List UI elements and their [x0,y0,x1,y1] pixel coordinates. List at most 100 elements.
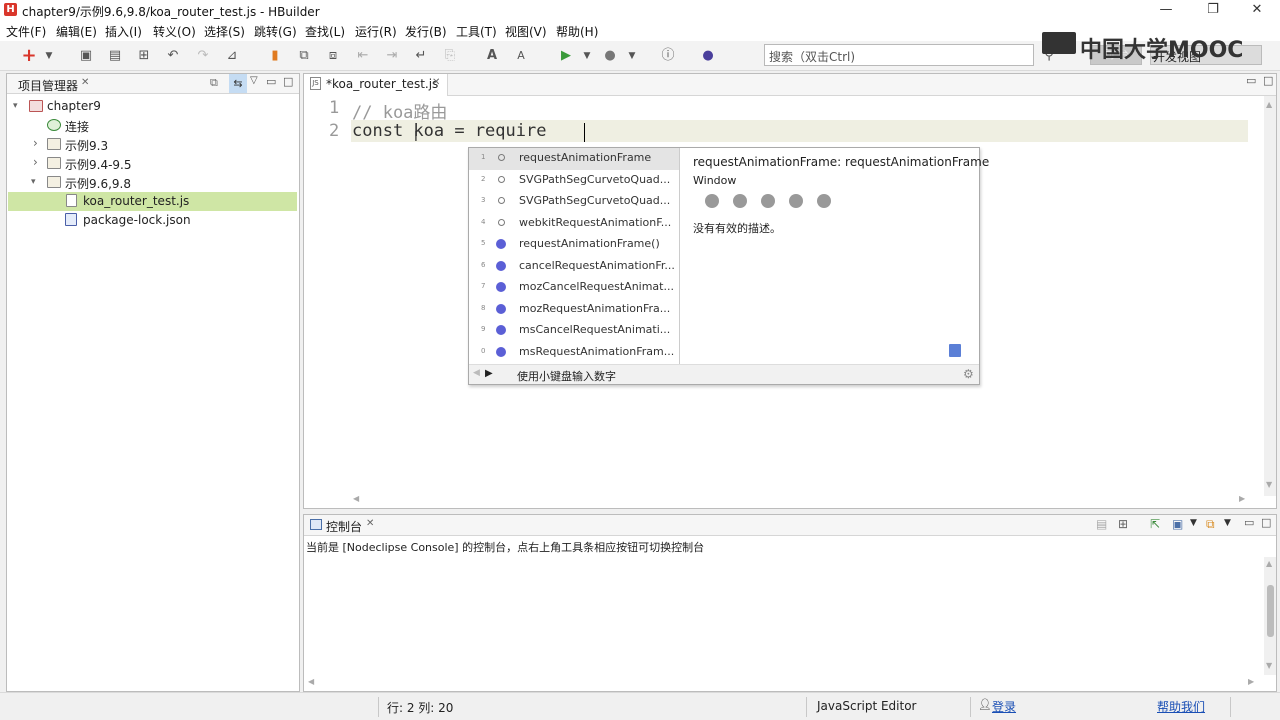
gear-icon[interactable]: ⚙ [963,367,974,381]
collapse-all-icon[interactable]: ⧉ [210,76,218,90]
scroll-down-icon[interactable]: ▼ [1266,661,1272,670]
search-input[interactable]: 搜索（双击Ctrl) [764,44,1034,66]
scrollbar-thumb[interactable] [1267,585,1274,637]
scroll-left-icon[interactable]: ◀ [353,494,359,503]
scroll-up-icon[interactable]: ▲ [1266,559,1272,568]
tree-item-example-9-6[interactable]: ▾ 示例9.6,9.8 [7,173,299,192]
autocomplete-item[interactable]: 4 webkitRequestAnimationF... [469,213,679,235]
tab-koa-router-test[interactable]: JS *koa_router_test.js ✕ [304,74,448,96]
minimize-console-icon[interactable]: ▭ [1244,516,1254,529]
menu-find[interactable]: 查找(L) [305,23,345,40]
tree-item-example-9-4[interactable]: › 示例9.4-9.5 [7,154,299,173]
scroll-right-icon[interactable]: ▶ [1239,494,1245,503]
wrap-icon[interactable]: ↵ [412,47,430,65]
menu-select[interactable]: 选择(S) [204,23,245,40]
maximize-editor-icon[interactable]: □ [1263,74,1273,87]
clear-console-icon[interactable]: ▤ [1096,517,1107,531]
code-line-require[interactable]: const koa = require [352,121,546,141]
tree-item-connection[interactable]: 连接 [7,116,299,135]
project-panel-close-icon[interactable]: ✕ [81,77,89,88]
maximize-button[interactable]: ❐ [1190,0,1236,20]
undo-icon[interactable]: ↶ [164,47,182,65]
menu-view[interactable]: 视图(V) [505,23,547,40]
menu-tools[interactable]: 工具(T) [456,23,497,40]
scroll-down-icon[interactable]: ▼ [1266,480,1272,489]
prev-icon[interactable]: ◀ [473,368,480,378]
autocomplete-item[interactable]: 2 SVGPathSegCurvetoQuad... [469,170,679,192]
autocomplete-item[interactable]: 6 cancelRequestAnimationFr... [469,256,679,278]
menu-file[interactable]: 文件(F) [6,23,46,40]
indent-left-icon[interactable]: ⇤ [354,47,372,65]
tree-item-koa-router-test[interactable]: koa_router_test.js [8,192,297,211]
view-menu-icon[interactable]: ▽ [250,75,258,86]
indent-right-icon[interactable]: ⇥ [383,47,401,65]
comment-icon[interactable]: ⊿ [223,47,241,65]
chevron-down-icon[interactable]: ▾ [13,101,18,111]
minimize-view-icon[interactable]: ▭ [266,75,276,88]
open-dropdown-icon[interactable]: ▼ [1224,518,1231,528]
next-icon[interactable]: ▶ [485,368,493,379]
console-horizontal-scrollbar[interactable]: ◀ ▶ [306,677,1262,689]
display-console-icon[interactable]: ▣ [1172,517,1183,531]
menu-insert[interactable]: 插入(I) [105,23,142,40]
debug-dropdown-icon[interactable]: ▼ [623,47,641,65]
debug-icon[interactable]: ● [601,47,619,65]
autocomplete-item[interactable]: 1 requestAnimationFrame [469,148,679,170]
login-link[interactable]: 登录 [992,698,1016,715]
autocomplete-item[interactable]: 7 mozCancelRequestAnimat... [469,277,679,299]
autocomplete-item[interactable]: 8 mozRequestAnimationFra... [469,299,679,321]
menu-run[interactable]: 运行(R) [355,23,397,40]
editor-vertical-scrollbar[interactable]: ▲ ▼ [1264,96,1276,496]
format-icon[interactable]: ⊞ [135,47,153,65]
tab-close-icon[interactable]: ✕ [432,77,440,88]
help-us-link[interactable]: 帮助我们 [1157,698,1205,715]
font-increase-icon[interactable]: A [483,47,501,65]
open-window-icon[interactable]: ⧉ [295,47,313,65]
pin-console-icon[interactable]: ⇱ [1150,517,1160,531]
save-all-icon[interactable]: ▤ [106,47,124,65]
display-dropdown-icon[interactable]: ▼ [1190,518,1197,528]
redo-icon[interactable]: ↷ [194,47,212,65]
tree-item-example-9-3[interactable]: › 示例9.3 [7,135,299,154]
autocomplete-item[interactable]: 9 msCancelRequestAnimati... [469,320,679,342]
minimize-button[interactable]: — [1143,0,1189,20]
tree-item-chapter9[interactable]: ▾ chapter9 [7,97,299,116]
run-dropdown-icon[interactable]: ▼ [578,47,596,65]
info-icon[interactable]: ⓘ [659,47,677,65]
help-book-icon[interactable] [949,344,961,357]
chevron-right-icon[interactable]: › [33,136,38,150]
autocomplete-item[interactable]: 5 requestAnimationFrame() [469,234,679,256]
scroll-lock-icon[interactable]: ⊞ [1118,517,1128,531]
menu-help[interactable]: 帮助(H) [556,23,598,40]
chevron-down-icon[interactable]: ▾ [31,177,36,187]
console-close-icon[interactable]: ✕ [366,518,374,529]
close-button[interactable]: ✕ [1234,0,1280,20]
run-icon[interactable]: ▶ [557,47,575,65]
globe-icon[interactable]: ● [699,47,717,65]
new-file-icon[interactable]: + [20,47,38,65]
console-vertical-scrollbar[interactable]: ▲ ▼ [1264,557,1276,675]
link-editor-icon[interactable]: ⇆ [229,74,247,93]
scroll-left-icon[interactable]: ◀ [308,677,314,686]
menu-publish[interactable]: 发行(B) [405,23,447,40]
new-dropdown-icon[interactable]: ▼ [40,47,58,65]
tree-item-package-lock[interactable]: package-lock.json [7,211,299,230]
editor-horizontal-scrollbar[interactable]: ◀ ▶ [351,494,1251,506]
menu-edit[interactable]: 编辑(E) [56,23,97,40]
scroll-right-icon[interactable]: ▶ [1248,677,1254,686]
minimize-editor-icon[interactable]: ▭ [1246,74,1256,87]
menu-escape[interactable]: 转义(O) [153,23,196,40]
font-decrease-icon[interactable]: A [512,47,530,65]
maximize-console-icon[interactable]: □ [1261,516,1271,529]
bookmark-icon[interactable]: ▮ [266,47,284,65]
autocomplete-item[interactable]: 3 SVGPathSegCurvetoQuad... [469,191,679,213]
window-export-icon[interactable]: ⧈ [324,47,342,65]
menu-goto[interactable]: 跳转(G) [254,23,297,40]
copy-icon[interactable]: ⎘ [441,47,459,65]
scroll-up-icon[interactable]: ▲ [1266,100,1272,109]
code-line-comment[interactable]: // koa路由 [352,98,447,123]
save-icon[interactable]: ▣ [77,47,95,65]
maximize-view-icon[interactable]: □ [283,75,293,88]
autocomplete-item[interactable]: 0 msRequestAnimationFram... [469,342,679,364]
open-console-icon[interactable]: ⧉ [1206,517,1215,532]
